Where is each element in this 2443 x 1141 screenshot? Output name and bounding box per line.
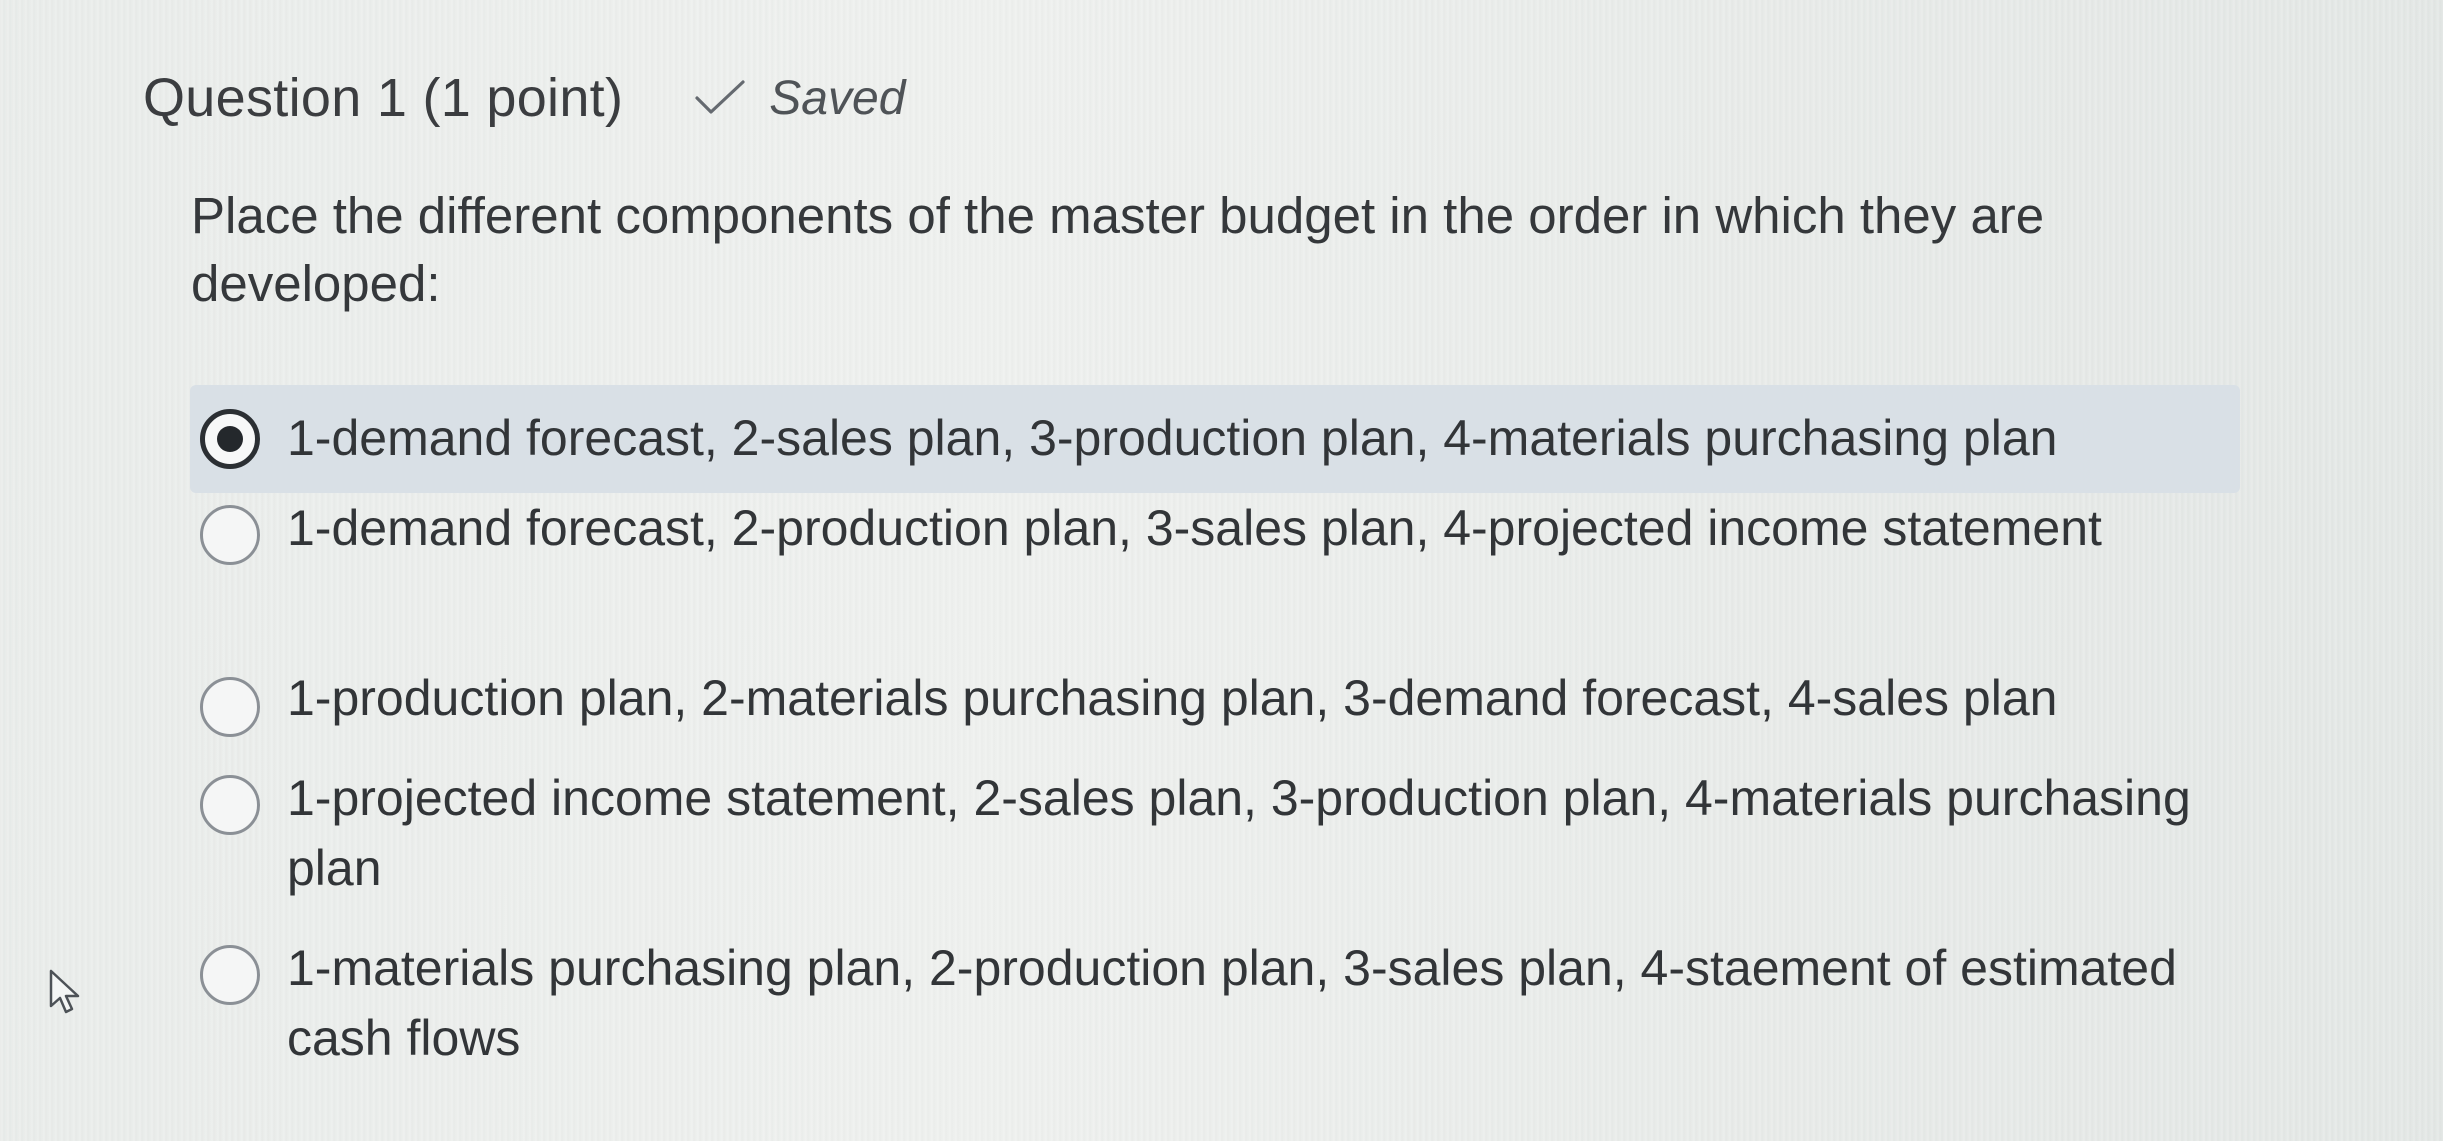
answer-option-5[interactable]: 1-materials purchasing plan, 2-productio… bbox=[190, 933, 2240, 1083]
answer-option-label: 1-demand forecast, 2-production plan, 3-… bbox=[287, 500, 2102, 556]
saved-label: Saved bbox=[769, 71, 906, 125]
answer-option-label: 1-materials purchasing plan, 2-productio… bbox=[287, 940, 2177, 1066]
answer-option-label: 1-demand forecast, 2-sales plan, 3-produ… bbox=[287, 410, 2058, 466]
answer-option-2[interactable]: 1-demand forecast, 2-production plan, 3-… bbox=[190, 493, 2240, 663]
radio-button-selected[interactable] bbox=[200, 409, 260, 469]
radio-button[interactable] bbox=[200, 945, 260, 1005]
answer-option-3[interactable]: 1-production plan, 2-materials purchasin… bbox=[190, 663, 2240, 763]
radio-button[interactable] bbox=[200, 505, 260, 565]
answer-option-4[interactable]: 1-projected income statement, 2-sales pl… bbox=[190, 763, 2240, 933]
question-header: Question 1 (1 point) Saved bbox=[143, 58, 905, 138]
radio-button[interactable] bbox=[200, 677, 260, 737]
answer-options: 1-demand forecast, 2-sales plan, 3-produ… bbox=[190, 385, 2240, 1083]
answer-option-label: 1-production plan, 2-materials purchasin… bbox=[287, 670, 2058, 726]
radio-button[interactable] bbox=[200, 775, 260, 835]
check-icon bbox=[695, 80, 745, 114]
answer-option-1[interactable]: 1-demand forecast, 2-sales plan, 3-produ… bbox=[190, 385, 2240, 493]
question-title: Question 1 (1 point) bbox=[143, 68, 624, 128]
question-prompt: Place the different components of the ma… bbox=[191, 187, 2045, 312]
answer-option-label: 1-projected income statement, 2-sales pl… bbox=[287, 770, 2191, 896]
save-status: Saved bbox=[693, 71, 905, 126]
mouse-pointer-icon bbox=[49, 969, 80, 1014]
